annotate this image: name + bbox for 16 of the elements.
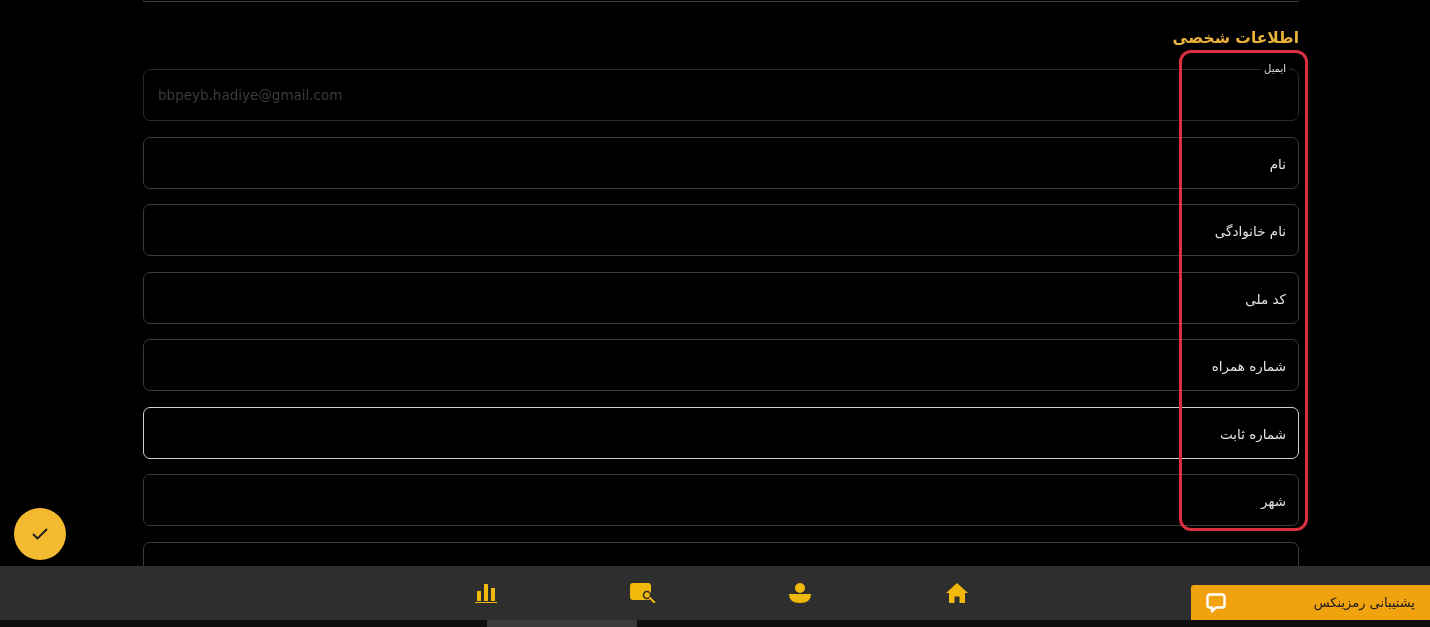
- input-field[interactable]: نام: [143, 136, 1299, 189]
- bar-chart-icon[interactable]: [474, 583, 497, 603]
- input-field[interactable]: نام خانوادگی: [143, 204, 1299, 256]
- support-button[interactable]: پشتیبانی رمزینکس: [1191, 585, 1430, 620]
- user-icon[interactable]: [788, 583, 811, 603]
- input-field[interactable]: شماره همراه: [143, 339, 1299, 391]
- wallet-icon[interactable]: [629, 583, 656, 603]
- chat-icon: [1206, 592, 1226, 613]
- section-title: اطلاعات شخصی: [1172, 28, 1299, 49]
- input-field[interactable]: کد ملی: [143, 271, 1299, 324]
- confirm-button[interactable]: [14, 508, 66, 560]
- field-label: ایمیل: [1261, 62, 1289, 76]
- home-icon[interactable]: [945, 583, 968, 603]
- input-field[interactable]: شهر: [143, 474, 1299, 526]
- check-icon: [32, 528, 48, 540]
- scrollbar-thumb[interactable]: [487, 620, 637, 627]
